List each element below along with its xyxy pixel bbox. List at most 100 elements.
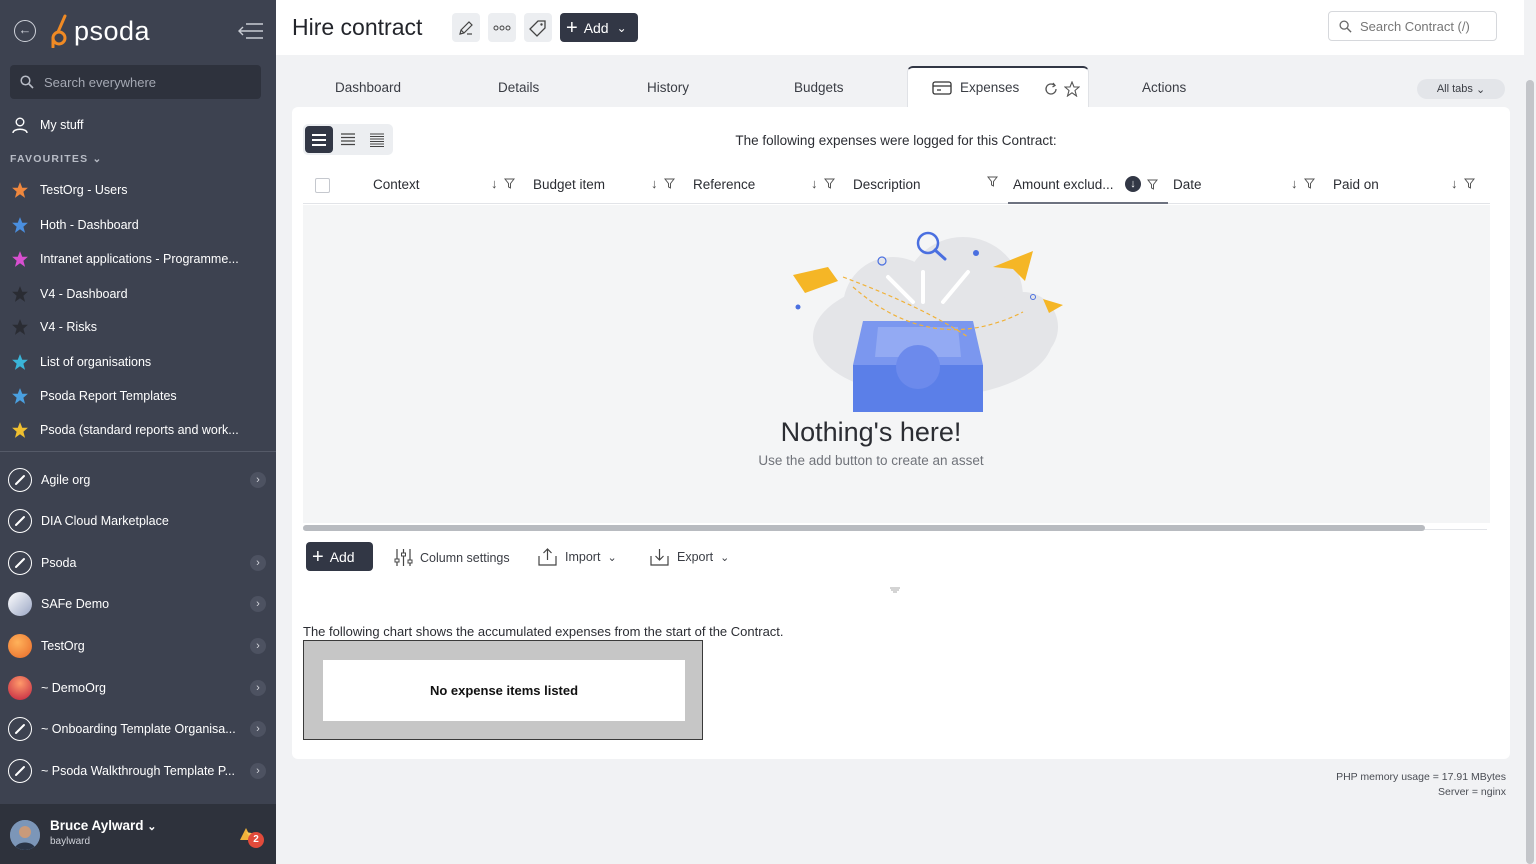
sidebar-top: ← psoda (0, 0, 276, 62)
org-item[interactable]: Psoda › (8, 550, 270, 576)
expenses-card: The following expenses were logged for t… (292, 107, 1510, 759)
favourite-item[interactable]: List of organisations (10, 351, 151, 373)
org-icon (8, 551, 32, 575)
sort-active-icon[interactable]: ↓ (1125, 176, 1141, 192)
column-header[interactable]: Amount exclud... (1013, 177, 1114, 192)
filter-icon[interactable] (823, 178, 835, 189)
org-icon (8, 592, 32, 616)
sidebar-search-input[interactable] (44, 74, 244, 90)
chevron-down-icon: ⌄ (720, 551, 730, 564)
org-item[interactable]: ~ Onboarding Template Organisa... › (8, 716, 270, 742)
empty-box-illustration (793, 231, 1063, 412)
collapse-menu-icon[interactable] (238, 22, 264, 40)
org-item[interactable]: DIA Cloud Marketplace (8, 508, 270, 534)
filter-icon[interactable] (503, 178, 515, 189)
user-icon (10, 115, 30, 135)
page-title: Hire contract (292, 14, 423, 40)
filter-icon[interactable] (663, 178, 675, 189)
favourite-item[interactable]: Psoda Report Templates (10, 385, 177, 407)
table-header: Context ↓ Budget item ↓ Reference ↓ Descriptio… (303, 170, 1490, 204)
user-name[interactable]: Bruce Aylward ⌄ (50, 818, 157, 833)
tab-history[interactable]: History (647, 80, 689, 95)
sidebar-divider (0, 451, 276, 452)
column-header[interactable]: Context (373, 177, 420, 192)
user-panel[interactable]: Bruce Aylward ⌄ baylward (0, 804, 276, 864)
favourite-item[interactable]: TestOrg - Users (10, 179, 128, 201)
column-header[interactable]: Budget item (533, 177, 605, 192)
chevron-right-icon[interactable]: › (250, 596, 266, 612)
tab-dashboard[interactable]: Dashboard (335, 80, 401, 95)
sort-icon[interactable]: ↓ (491, 176, 498, 191)
chevron-right-icon[interactable]: › (250, 555, 266, 571)
org-item[interactable]: Agile org › (8, 467, 270, 493)
notification-badge: 2 (248, 832, 264, 848)
back-icon[interactable]: ← (14, 20, 36, 42)
column-settings-button[interactable]: Column settings (394, 548, 510, 567)
tab-actions[interactable]: Actions (1142, 80, 1186, 95)
favourites-heading[interactable]: FAVOURITES ⌄ (10, 153, 102, 165)
server-info: Server = nginx (1438, 785, 1506, 798)
column-controls: ↓ (491, 176, 515, 191)
favourite-item[interactable]: V4 - Dashboard (10, 283, 128, 305)
page-scrollbar-thumb[interactable] (1526, 80, 1534, 864)
filter-icon[interactable] (987, 176, 998, 187)
sidebar-search[interactable] (10, 65, 261, 99)
avatar[interactable] (10, 820, 40, 850)
plus-icon: + (312, 545, 324, 568)
org-item[interactable]: SAFe Demo › (8, 591, 270, 617)
favourite-item[interactable]: Psoda (standard reports and work... (10, 419, 239, 441)
sort-icon[interactable]: ↓ (1451, 176, 1458, 191)
chevron-right-icon[interactable]: › (250, 472, 266, 488)
more-button[interactable] (488, 13, 516, 42)
sort-icon[interactable]: ↓ (1291, 176, 1298, 191)
org-item[interactable]: TestOrg › (8, 633, 270, 659)
org-item[interactable]: ~ Psoda Walkthrough Template P... › (8, 758, 270, 784)
star-icon (10, 352, 30, 372)
contract-search-input[interactable] (1360, 18, 1488, 34)
all-tabs-button[interactable]: All tabs ⌄ (1417, 79, 1505, 99)
my-stuff-link[interactable]: My stuff (10, 114, 84, 136)
org-icon (8, 509, 32, 533)
star-icon[interactable] (1064, 81, 1080, 97)
page-header: Hire contract + Add ⌄ (276, 0, 1524, 55)
tag-button[interactable] (524, 13, 552, 42)
org-label: TestOrg (41, 639, 85, 653)
favourite-item[interactable]: V4 - Risks (10, 316, 97, 338)
export-button[interactable]: Export ⌄ (650, 548, 729, 566)
column-header[interactable]: Paid on (1333, 177, 1379, 192)
favourite-item[interactable]: Hoth - Dashboard (10, 214, 139, 236)
sort-icon[interactable]: ↓ (811, 176, 818, 191)
chevron-right-icon[interactable]: › (250, 721, 266, 737)
chevron-right-icon[interactable]: › (250, 763, 266, 779)
tab-expenses[interactable]: Expenses (932, 80, 1019, 95)
sidebar: ← psoda My stuff FAVOURITES ⌄ TestOrg - … (0, 0, 276, 864)
chevron-right-icon[interactable]: › (250, 638, 266, 654)
org-icon (8, 759, 32, 783)
column-header[interactable]: Date (1173, 177, 1202, 192)
filter-icon[interactable] (1463, 178, 1475, 189)
edit-button[interactable] (452, 13, 480, 42)
contract-search[interactable] (1328, 11, 1497, 41)
sort-icon[interactable]: ↓ (651, 176, 658, 191)
psoda-logo-icon (51, 14, 67, 48)
filter-icon[interactable] (1303, 178, 1315, 189)
column-header[interactable]: Description (853, 177, 921, 192)
refresh-icon[interactable] (1044, 82, 1058, 96)
select-all-checkbox[interactable] (315, 178, 330, 193)
tab-budgets[interactable]: Budgets (794, 80, 844, 95)
column-header[interactable]: Reference (693, 177, 755, 192)
column-controls: ↓ (651, 176, 675, 191)
table-add-button[interactable]: + Add (306, 542, 373, 571)
tab-details[interactable]: Details (498, 80, 539, 95)
table-scrollbar[interactable] (303, 525, 1425, 531)
logo[interactable]: psoda (50, 14, 150, 48)
chevron-right-icon[interactable]: › (250, 680, 266, 696)
filter-icon[interactable] (1147, 179, 1158, 190)
org-item[interactable]: ~ DemoOrg › (8, 675, 270, 701)
add-button[interactable]: + Add ⌄ (560, 13, 638, 42)
favourite-item[interactable]: Intranet applications - Programme... (10, 248, 239, 270)
resize-grip-icon[interactable] (889, 587, 901, 593)
import-button[interactable]: Import ⌄ (538, 548, 617, 566)
chevron-down-icon: ⌄ (1475, 83, 1486, 96)
org-icon (8, 634, 32, 658)
